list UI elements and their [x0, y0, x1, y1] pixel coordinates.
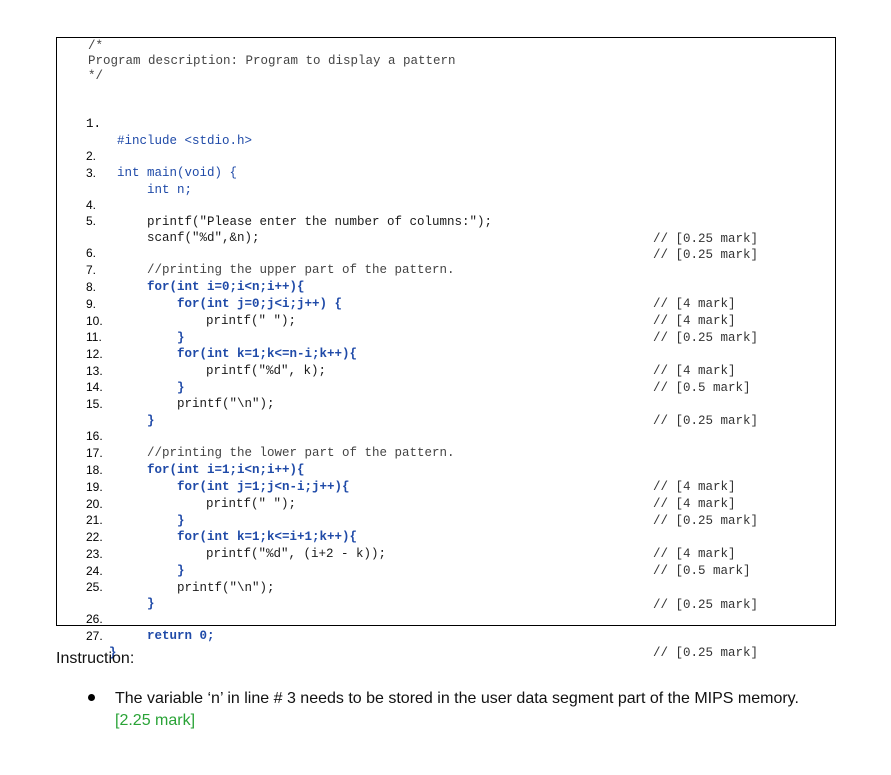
code-line: 5. scanf("%d",&n); // [0.25 mark]: [86, 214, 759, 262]
code-header-line: */: [88, 69, 104, 83]
code-line: 7. for(int i=0;i<n;i++){ // [4 mark]: [86, 263, 736, 311]
code-line: 14. printf("\n"); // [0.25 mark]: [86, 380, 759, 428]
code-line: 22. printf("%d", (i+2 - k)); // [0.5 mar…: [86, 530, 751, 578]
code-listing: /* Program description: Program to displ…: [56, 37, 836, 660]
code-text: int main(void) {: [117, 166, 238, 180]
bullet-icon: [88, 694, 95, 701]
code-line: 24. printf("\n"); // [0.25 mark]: [86, 564, 759, 612]
code-line: 8. for(int j=0;j<i;j++) { // [4 mark]: [86, 280, 736, 328]
code-line: 12. printf("%d", k); // [0.5 mark]: [86, 347, 751, 395]
code-line: 4. printf("Please enter the number of co…: [86, 198, 759, 246]
code-line: 13. }: [86, 364, 185, 395]
code-line: 25. }: [86, 580, 155, 611]
code-line: 2. int main(void) {: [86, 149, 238, 180]
code-line: 18. for(int j=1;j<n-i;j++){ // [4 mark]: [86, 463, 736, 511]
code-line: 17. for(int i=1;i<n;i++){ // [4 mark]: [86, 446, 736, 494]
code-line: 23. }: [86, 547, 185, 578]
code-line: 21. for(int k=1;k<=i+1;k++){ // [4 mark]: [86, 513, 736, 561]
code-line: 3. int n;: [86, 166, 193, 197]
code-line: 9. printf(" "); // [0.25 mark]: [86, 297, 759, 345]
code-line: 6. //printing the upper part of the patt…: [86, 246, 455, 277]
code-line: 20. }: [86, 497, 185, 528]
code-line: 1. #include <stdio.h>: [86, 117, 253, 148]
instruction-heading: Instruction:: [56, 650, 135, 667]
code-line: 26. return 0; // [0.25 mark]: [86, 612, 759, 660]
code-line: 27. }: [86, 629, 117, 660]
code-line: 19. printf(" "); // [0.25 mark]: [86, 480, 759, 528]
code-line: 10. }: [86, 314, 185, 345]
code-line: 15. }: [86, 397, 155, 428]
code-line: 11. for(int k=1;k<=n-i;k++){ // [4 mark]: [86, 330, 736, 378]
instruction-bullet: The variable ‘n’ in line # 3 needs to be…: [115, 688, 855, 732]
instruction-mark: [2.25 mark]: [115, 712, 196, 729]
instruction-text: The variable ‘n’ in line # 3 needs to be…: [115, 690, 799, 707]
code-line: 16. //printing the lower part of the pat…: [86, 429, 455, 460]
